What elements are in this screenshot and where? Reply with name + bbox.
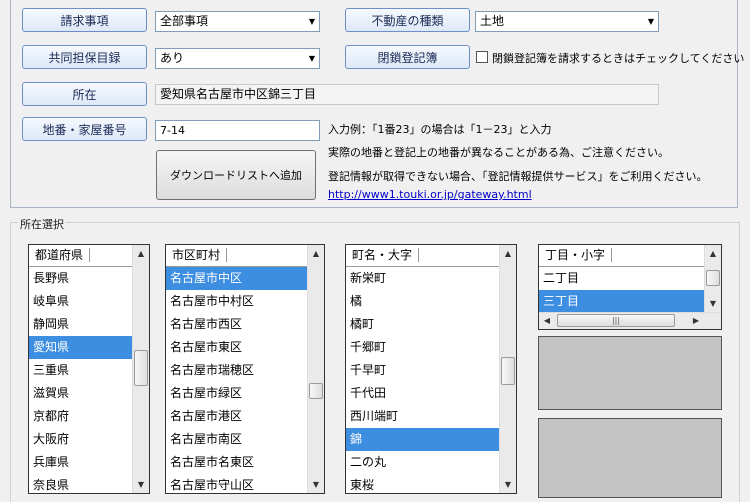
list-item[interactable]: 三重県 — [29, 359, 132, 382]
service-hint: 登記情報が取得できない場合、「登記情報提供サービス」をご利用ください。 — [328, 170, 708, 183]
city-list-header: 市区町村 — [166, 245, 307, 267]
list-item[interactable]: 二丁目 — [539, 267, 704, 290]
scroll-down-icon[interactable]: ▼ — [705, 295, 721, 312]
list-item[interactable]: 滋賀県 — [29, 382, 132, 405]
joint-collateral-select[interactable]: あり ▼ — [155, 48, 320, 69]
list-item[interactable]: 千郷町 — [346, 336, 499, 359]
list-item[interactable]: 名古屋市名東区 — [166, 451, 307, 474]
list-item[interactable]: 名古屋市東区 — [166, 336, 307, 359]
scroll-up-icon[interactable]: ▲ — [133, 245, 149, 262]
list-item[interactable]: 西川端町 — [346, 405, 499, 428]
list-item[interactable]: 大阪府 — [29, 428, 132, 451]
scroll-up-icon[interactable]: ▲ — [500, 245, 516, 262]
list-item[interactable]: 兵庫県 — [29, 451, 132, 474]
property-type-value: 土地 — [480, 14, 505, 28]
closed-register-checkbox[interactable] — [476, 51, 488, 63]
prefecture-list-header: 都道府県 — [29, 245, 132, 267]
scroll-thumb[interactable] — [706, 270, 720, 286]
list-item[interactable]: 東桜 — [346, 474, 499, 493]
chome-hscrollbar[interactable]: ◀ ||| ▶ — [539, 312, 721, 329]
list-item[interactable]: 橘町 — [346, 313, 499, 336]
lot-number-label: 地番・家屋番号 — [22, 117, 147, 141]
list-item[interactable]: 名古屋市守山区 — [166, 474, 307, 493]
scroll-up-icon[interactable]: ▲ — [705, 245, 721, 262]
prefecture-scrollbar[interactable]: ▲ ▼ — [132, 245, 149, 493]
input-example-hint: 入力例：「1番23」の場合は「1－23」と入力 — [328, 123, 552, 136]
closed-register-text: 閉鎖登記簿を請求するときはチェックしてください — [492, 52, 745, 65]
list-item[interactable]: 京都府 — [29, 405, 132, 428]
closed-register-label: 閉鎖登記簿 — [345, 45, 470, 69]
chome-list[interactable]: 丁目・小字 二丁目 三丁目 ▲ ▼ ◀ ||| ▶ — [538, 244, 722, 330]
city-list[interactable]: 市区町村 名古屋市中区 名古屋市中村区 名古屋市西区 名古屋市東区 名古屋市瑞穂… — [165, 244, 325, 494]
chevron-down-icon: ▼ — [647, 17, 654, 26]
town-list-header: 町名・大字 — [346, 245, 499, 267]
town-scrollbar[interactable]: ▲ ▼ — [499, 245, 516, 493]
scroll-thumb[interactable] — [309, 383, 323, 399]
list-item[interactable]: 千代田 — [346, 382, 499, 405]
location-label: 所在 — [22, 82, 147, 106]
empty-list-panel — [538, 336, 722, 410]
empty-list-panel — [538, 418, 722, 498]
list-item[interactable]: 長野県 — [29, 267, 132, 290]
scroll-up-icon[interactable]: ▲ — [308, 245, 324, 262]
list-item[interactable]: 奈良県 — [29, 474, 132, 493]
joint-collateral-label: 共同担保目録 — [22, 45, 147, 69]
scroll-thumb[interactable]: ||| — [557, 314, 675, 327]
list-item[interactable]: 名古屋市港区 — [166, 405, 307, 428]
request-item-select[interactable]: 全部事項 ▼ — [155, 11, 320, 32]
location-selection-title: 所在選択 — [18, 216, 66, 232]
request-item-label: 請求事項 — [22, 8, 147, 32]
scroll-thumb[interactable] — [501, 357, 515, 385]
prefecture-list[interactable]: 都道府県 長野県 岐阜県 静岡県 愛知県 三重県 滋賀県 京都府 大阪府 兵庫県… — [28, 244, 150, 494]
list-item-selected[interactable]: 錦 — [346, 428, 499, 451]
list-item[interactable]: 名古屋市瑞穂区 — [166, 359, 307, 382]
list-item[interactable]: 名古屋市中村区 — [166, 290, 307, 313]
chome-items: 二丁目 三丁目 — [539, 267, 704, 313]
list-item[interactable]: 橘 — [346, 290, 499, 313]
list-item-selected[interactable]: 名古屋市中区 — [166, 267, 307, 290]
joint-collateral-value: あり — [160, 51, 185, 65]
lot-warning-hint: 実際の地番と登記上の地番が異なることがある為、ご注意ください。 — [328, 146, 669, 159]
list-item[interactable]: 名古屋市西区 — [166, 313, 307, 336]
add-to-download-list-button[interactable]: ダウンロードリストへ追加 — [156, 150, 316, 200]
property-type-select[interactable]: 土地 ▼ — [475, 11, 659, 32]
list-item[interactable]: 岐阜県 — [29, 290, 132, 313]
list-item[interactable]: 静岡県 — [29, 313, 132, 336]
list-item[interactable]: 二の丸 — [346, 451, 499, 474]
scroll-left-icon[interactable]: ◀ — [539, 313, 555, 329]
city-items: 名古屋市中区 名古屋市中村区 名古屋市西区 名古屋市東区 名古屋市瑞穂区 名古屋… — [166, 267, 307, 493]
prefecture-items: 長野県 岐阜県 静岡県 愛知県 三重県 滋賀県 京都府 大阪府 兵庫県 奈良県 — [29, 267, 132, 493]
list-item[interactable]: 名古屋市緑区 — [166, 382, 307, 405]
list-item-selected[interactable]: 愛知県 — [29, 336, 132, 359]
list-item[interactable]: 千早町 — [346, 359, 499, 382]
list-item[interactable]: 新栄町 — [346, 267, 499, 290]
list-item-selected[interactable]: 三丁目 — [539, 290, 704, 313]
lot-number-input[interactable]: 7-14 — [155, 120, 320, 141]
scroll-thumb[interactable] — [134, 350, 148, 386]
city-scrollbar[interactable]: ▲ ▼ — [307, 245, 324, 493]
chome-list-header: 丁目・小字 — [539, 245, 704, 267]
chevron-down-icon: ▼ — [308, 54, 315, 63]
list-item[interactable]: 名古屋市南区 — [166, 428, 307, 451]
chevron-down-icon: ▼ — [308, 17, 315, 26]
location-field: 愛知県名古屋市中区錦三丁目 — [155, 84, 659, 105]
gateway-link[interactable]: http://www1.touki.or.jp/gateway.html — [328, 188, 532, 201]
town-list[interactable]: 町名・大字 新栄町 橘 橘町 千郷町 千早町 千代田 西川端町 錦 二の丸 東桜… — [345, 244, 517, 494]
chome-vscrollbar[interactable]: ▲ ▼ — [704, 245, 721, 312]
town-items: 新栄町 橘 橘町 千郷町 千早町 千代田 西川端町 錦 二の丸 東桜 — [346, 267, 499, 493]
property-type-label: 不動産の種類 — [345, 8, 470, 32]
request-item-value: 全部事項 — [160, 14, 209, 28]
scroll-right-icon[interactable]: ▶ — [688, 313, 704, 329]
